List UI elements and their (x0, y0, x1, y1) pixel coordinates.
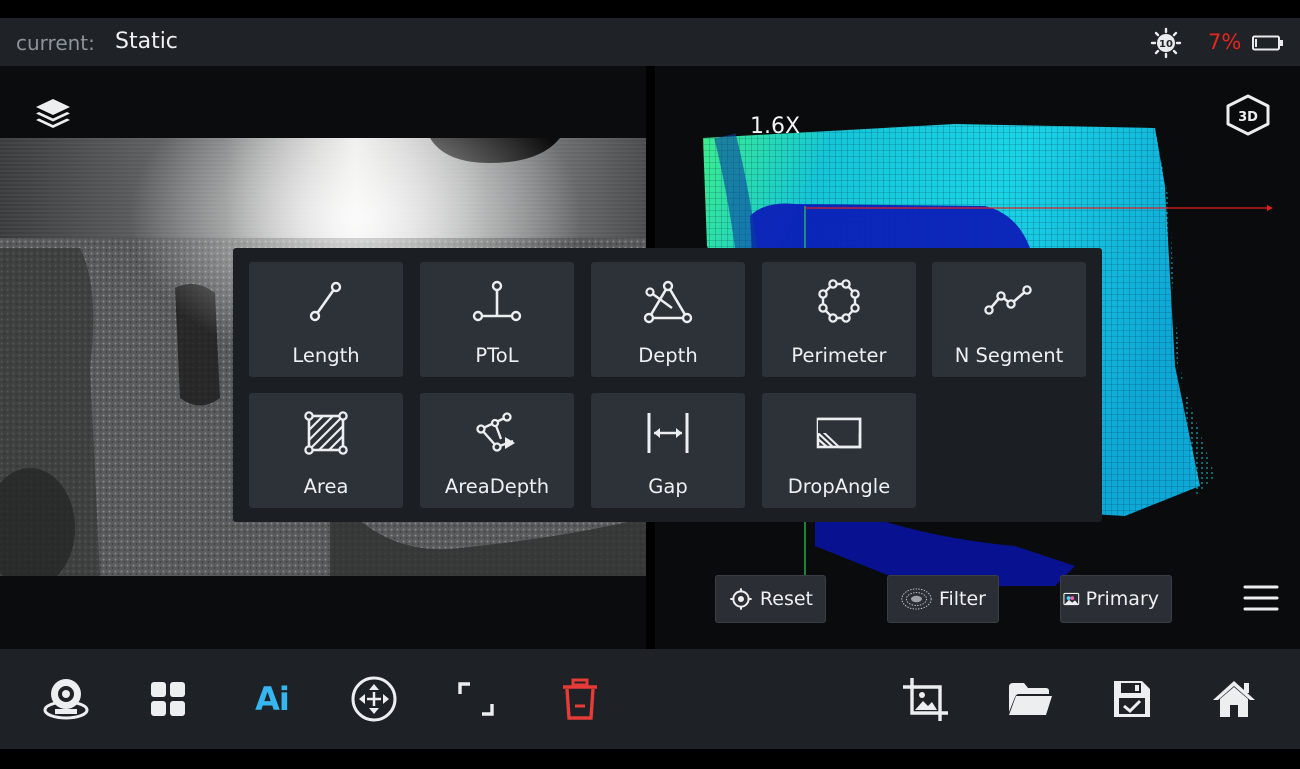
reset-label: Reset (759, 588, 813, 610)
measure-depth-button[interactable]: Depth (591, 262, 745, 377)
folder-icon (1009, 683, 1052, 715)
brightness-level: 10 (1159, 39, 1173, 50)
ai-label: Ai (255, 680, 290, 718)
measure-areadepth-button[interactable]: AreaDepth (420, 393, 574, 508)
3d-cube-icon[interactable]: 3D (1225, 94, 1271, 136)
measure-ptol-label: PToL (475, 344, 519, 367)
polyline-icon (984, 285, 1032, 315)
mode-label: current: (16, 31, 95, 55)
area-icon (304, 411, 348, 455)
bottom-toolbar: Ai (0, 649, 1300, 749)
delete-icon (563, 678, 597, 720)
primary-label: Primary (1085, 588, 1159, 610)
measure-area-label: Area (303, 475, 349, 498)
measurement-menu: Length PToL Depth Perimeter N Segment Ar… (233, 248, 1102, 522)
filter-mesh-icon (901, 588, 932, 610)
battery-icon (1252, 35, 1283, 51)
save-button[interactable] (1106, 674, 1158, 724)
measure-dropangle-label: DropAngle (787, 475, 891, 498)
ai-button[interactable]: Ai (246, 674, 298, 724)
point-to-line-icon (472, 280, 522, 322)
measure-length-label: Length (292, 344, 360, 367)
open-folder-button[interactable] (1004, 674, 1056, 724)
measure-length-button[interactable]: Length (249, 262, 403, 377)
measure-areadepth-label: AreaDepth (444, 475, 550, 498)
measure-area-button[interactable]: Area (249, 393, 403, 508)
measure-gap-button[interactable]: Gap (591, 393, 745, 508)
measure-ptol-button[interactable]: PToL (420, 262, 574, 377)
crop-image-icon (903, 678, 948, 721)
drop-angle-icon (816, 417, 862, 449)
depth-triangle-icon (643, 280, 693, 324)
measure-nsegment-label: N Segment (954, 344, 1064, 367)
home-button[interactable] (1208, 674, 1260, 724)
measure-depth-label: Depth (638, 344, 698, 367)
primary-button[interactable]: Primary (1060, 575, 1172, 623)
measure-nsegment-button[interactable]: N Segment (932, 262, 1086, 377)
layers-icon[interactable] (33, 96, 73, 132)
move-crosshair-icon (351, 676, 397, 722)
hamburger-menu-icon[interactable] (1243, 583, 1279, 613)
apps-button[interactable] (142, 674, 194, 724)
measure-perimeter-label: Perimeter (791, 344, 887, 367)
svg-text:3D: 3D (1238, 110, 1258, 125)
capture-button[interactable] (40, 674, 92, 724)
delete-button[interactable] (554, 674, 606, 724)
home-icon (1213, 681, 1255, 717)
mode-value: Static (115, 29, 178, 54)
image-icon (1063, 592, 1080, 606)
save-icon (1114, 681, 1150, 717)
area-depth-icon (476, 412, 515, 452)
zoom-level: 1.6X (750, 114, 801, 139)
filter-label: Filter (938, 588, 986, 610)
grid-apps-icon (151, 682, 185, 716)
filter-button[interactable]: Filter (887, 575, 999, 623)
camera-capture-icon (43, 679, 89, 720)
crop-image-button[interactable] (900, 674, 952, 724)
fullscreen-icon (458, 682, 494, 716)
fullscreen-button[interactable] (450, 674, 502, 724)
gap-icon (647, 413, 689, 453)
line-segment-icon (309, 281, 342, 322)
polygon-perimeter-icon (818, 279, 860, 323)
measure-perimeter-button[interactable]: Perimeter (762, 262, 916, 377)
target-icon (730, 588, 752, 610)
brightness-icon[interactable]: 10 (1150, 27, 1182, 59)
measure-gap-label: Gap (648, 475, 688, 498)
reset-button[interactable]: Reset (715, 575, 826, 623)
status-bar: current: Static 10 7% (0, 18, 1300, 66)
measure-dropangle-button[interactable]: DropAngle (762, 393, 916, 508)
battery-percent: 7% (1208, 30, 1242, 54)
move-button[interactable] (348, 674, 400, 724)
